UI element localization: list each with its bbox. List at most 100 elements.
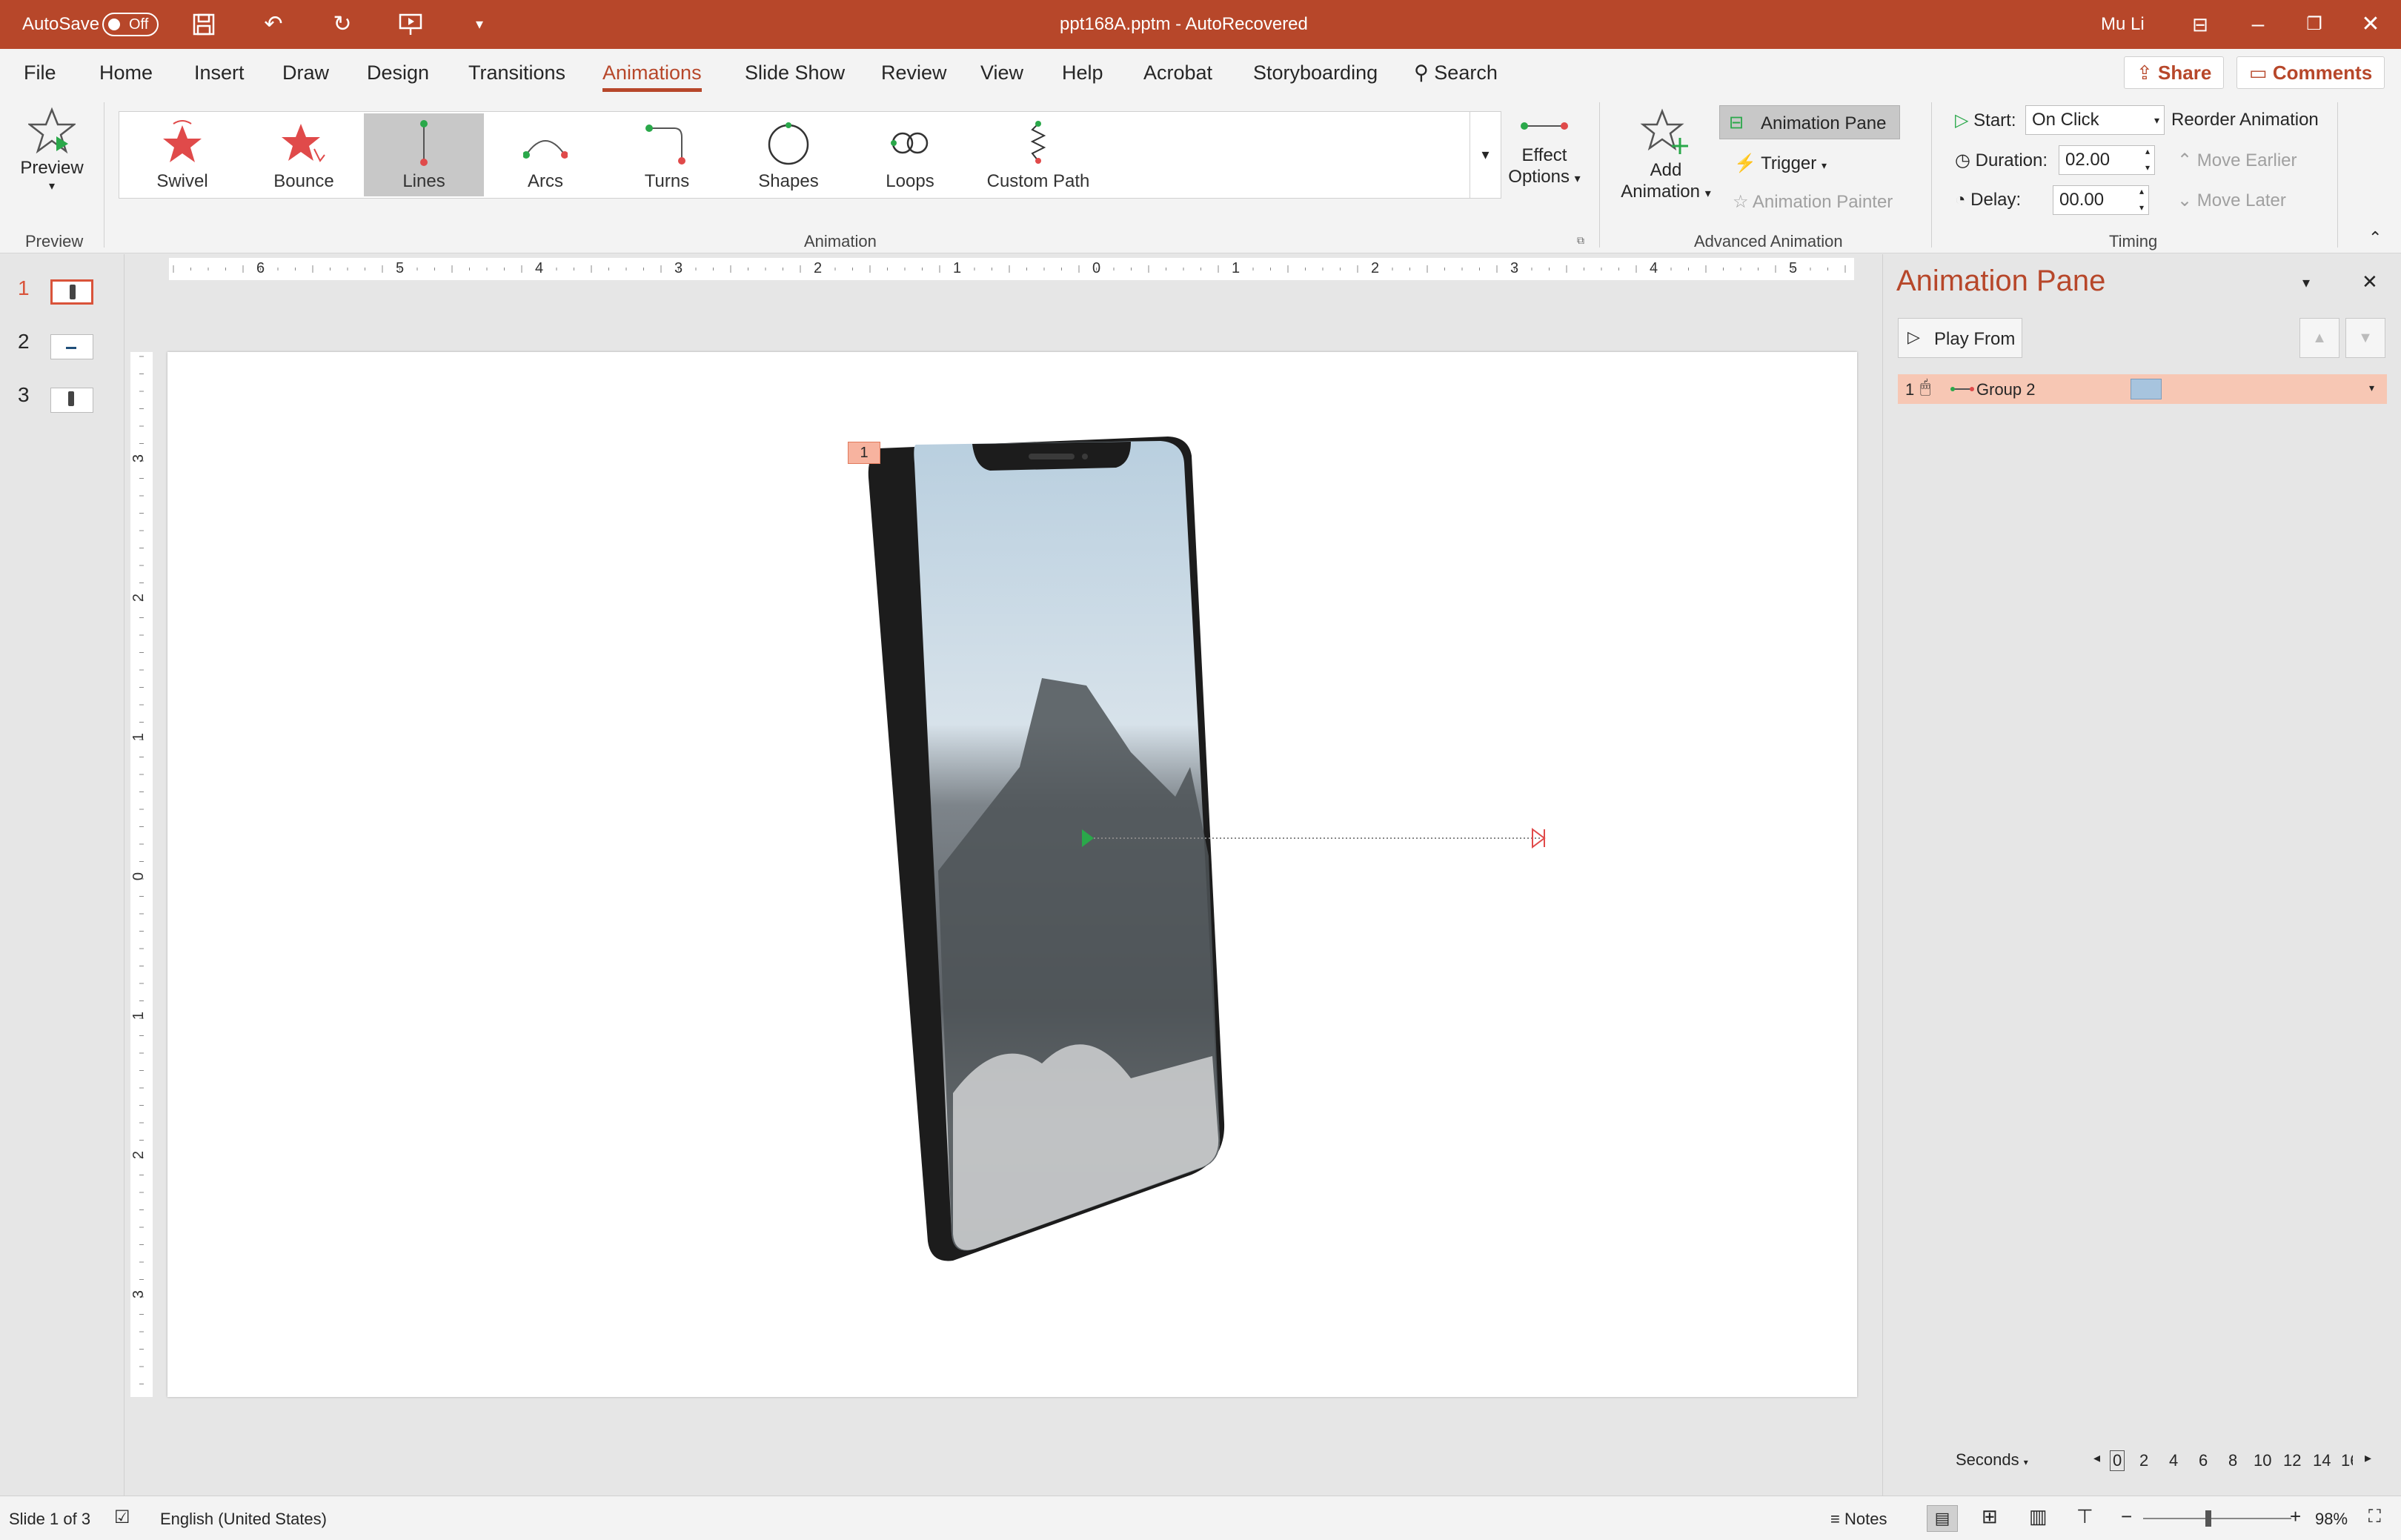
tab-design[interactable]: Design [367, 62, 429, 84]
move-up-button[interactable]: ▲ [2299, 318, 2339, 358]
gallery-bounce[interactable]: Bounce [244, 113, 364, 196]
preview-button[interactable]: Preview ▾ [16, 107, 87, 210]
slide-show-view-icon[interactable]: ⊤ [2076, 1505, 2093, 1528]
ribbon-display-icon[interactable]: ⊟ [2188, 12, 2213, 37]
title-bar: AutoSave Off ↶ ↻ ▾ ppt168A.pptm - AutoRe… [0, 0, 2401, 49]
tab-help[interactable]: Help [1062, 62, 1103, 84]
accessibility-check-icon[interactable]: ☑ [114, 1507, 130, 1528]
gallery-more-button[interactable]: ▾ [1470, 112, 1501, 198]
gallery-swivel[interactable]: Swivel [122, 113, 242, 196]
tab-insert[interactable]: Insert [194, 62, 245, 84]
share-label: Share [2158, 62, 2212, 84]
duration-label-text: Duration: [1975, 150, 2048, 170]
tab-transitions[interactable]: Transitions [468, 62, 565, 84]
gallery-lines[interactable]: Lines [364, 113, 484, 196]
vruler-label: 0 [130, 872, 147, 881]
zoom-out-icon[interactable]: − [2121, 1505, 2132, 1528]
zoom-slider[interactable] [2143, 1510, 2291, 1527]
gallery-loops[interactable]: Loops [850, 113, 970, 196]
search-box[interactable]: ⚲ Search [1414, 62, 1498, 84]
slide-thumbnail-2[interactable] [50, 334, 93, 359]
tab-acrobat[interactable]: Acrobat [1143, 62, 1212, 84]
gallery-arcs[interactable]: Arcs [485, 113, 605, 196]
tab-animations[interactable]: Animations [602, 62, 702, 92]
animation-list-item[interactable]: 1 🖱 Group 2 ▾ [1898, 374, 2387, 404]
tab-draw[interactable]: Draw [282, 62, 329, 84]
normal-view-icon[interactable]: ▤ [1927, 1505, 1958, 1532]
gallery-turns-label: Turns [644, 171, 690, 191]
gallery-lines-label: Lines [402, 171, 445, 191]
language-indicator[interactable]: English (United States) [160, 1510, 327, 1529]
autosave-label: AutoSave [22, 14, 100, 34]
tab-view[interactable]: View [980, 62, 1023, 84]
preview-star-icon [27, 107, 77, 154]
tab-file[interactable]: File [24, 62, 56, 84]
effect-options-label2: Options [1508, 167, 1570, 187]
animation-gallery: Swivel Bounce Lines Arcs Turns Shapes Lo… [119, 111, 1501, 199]
vruler-label: 3 [130, 454, 147, 463]
zoom-slider-thumb[interactable] [2205, 1510, 2211, 1527]
phone-group[interactable] [167, 352, 1857, 1397]
slide-canvas[interactable]: 1 [167, 352, 1857, 1397]
tab-storyboarding[interactable]: Storyboarding [1253, 62, 1378, 84]
zoom-level[interactable]: 98% [2315, 1510, 2348, 1529]
undo-icon[interactable]: ↶ [261, 12, 286, 37]
animation-tag[interactable]: 1 [848, 442, 880, 464]
fit-to-window-icon[interactable]: ⛶ [2368, 1507, 2381, 1527]
animation-timing-bar[interactable] [2131, 379, 2162, 399]
tab-home[interactable]: Home [99, 62, 153, 84]
seconds-dropdown[interactable]: Seconds ▾ [1956, 1450, 2028, 1470]
pane-options-icon[interactable]: ▾ [2302, 273, 2310, 292]
clouds-shape [953, 1044, 1219, 1250]
play-from-button[interactable]: ▷ Play From [1898, 318, 2022, 358]
comments-button[interactable]: ▭ Comments [2236, 56, 2385, 89]
start-value: On Click [2032, 110, 2099, 130]
triangle-up-icon: ▲ [2312, 330, 2327, 346]
start-select[interactable]: On Click ▾ [2025, 105, 2165, 135]
arcs-path-icon [523, 140, 568, 159]
restore-icon[interactable]: ❐ [2302, 12, 2327, 37]
trigger-button[interactable]: ⚡ Trigger ▾ [1734, 153, 1827, 174]
effect-options-button[interactable]: Effect Options ▾ [1500, 111, 1589, 215]
close-icon[interactable]: ✕ [2358, 12, 2383, 37]
gallery-custom-path[interactable]: Custom Path [972, 113, 1105, 196]
comments-label: Comments [2272, 62, 2373, 84]
duration-input[interactable]: 02.00 ▴ ▾ [2059, 145, 2155, 175]
add-animation-label1: Add [1650, 160, 1682, 180]
notes-button[interactable]: ≡ Notes [1830, 1510, 1887, 1529]
customize-qat-icon[interactable]: ▾ [467, 12, 492, 37]
share-button[interactable]: ⇪ Share [2124, 56, 2225, 89]
delay-spinner-icon[interactable]: ▴ ▾ [2139, 183, 2144, 216]
reading-view-icon[interactable]: ▥ [2029, 1505, 2048, 1528]
delay-input[interactable]: 00.00 ▴ ▾ [2053, 185, 2149, 215]
tab-review[interactable]: Review [881, 62, 947, 84]
collapse-ribbon-icon[interactable]: ⌃ [2368, 228, 2382, 248]
pane-close-icon[interactable]: ✕ [2362, 271, 2378, 293]
slide-sorter-icon[interactable]: ⊞ [1982, 1505, 1998, 1528]
animation-pane-button[interactable]: ⊟ Animation Pane [1719, 105, 1900, 139]
move-earlier-button[interactable]: ⌃ Move Earlier [2177, 150, 2297, 171]
timeline-left-icon[interactable]: ◂ [2093, 1450, 2100, 1466]
slide-thumbnail-3[interactable] [50, 388, 93, 413]
hruler-label: 4 [1650, 260, 1658, 276]
move-down-button[interactable]: ▼ [2345, 318, 2385, 358]
slide-thumbnail-1[interactable] [50, 279, 93, 305]
animation-painter-button[interactable]: ☆ Animation Painter [1733, 191, 1893, 213]
minimize-icon[interactable]: – [2245, 12, 2271, 37]
duration-spinner-icon[interactable]: ▴ ▾ [2145, 143, 2150, 176]
zoom-in-icon[interactable]: + [2290, 1505, 2301, 1528]
gallery-shapes[interactable]: Shapes [728, 113, 849, 196]
save-icon[interactable] [191, 12, 216, 37]
redo-icon[interactable]: ↻ [330, 12, 355, 37]
move-later-button[interactable]: ⌄ Move Later [2177, 190, 2286, 211]
item-dropdown-icon[interactable]: ▾ [2369, 382, 2374, 394]
user-name[interactable]: Mu Li [2101, 14, 2145, 35]
autosave-toggle[interactable]: Off [102, 13, 159, 36]
gallery-turns[interactable]: Turns [607, 113, 727, 196]
present-from-start-icon[interactable] [398, 12, 423, 37]
animation-dialog-launcher-icon[interactable]: ⧉ [1577, 234, 1584, 247]
timeline-right-icon[interactable]: ▸ [2365, 1450, 2371, 1466]
add-animation-button[interactable]: Add Animation ▾ [1614, 108, 1718, 219]
turns-path-icon [645, 125, 685, 165]
tab-slide-show[interactable]: Slide Show [745, 62, 845, 84]
